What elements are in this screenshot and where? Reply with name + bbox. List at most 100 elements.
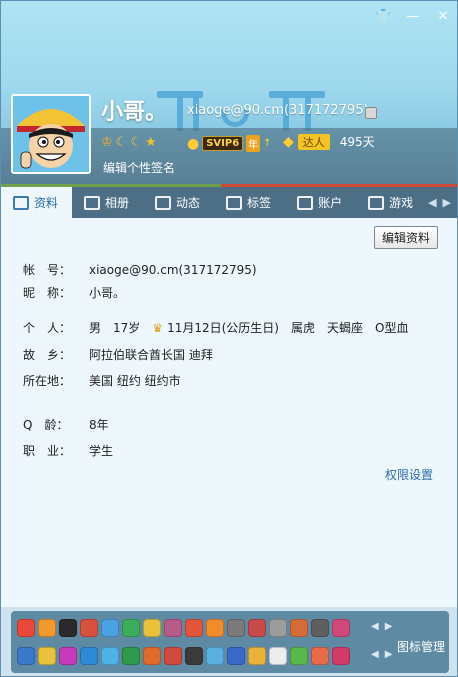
tab-tags[interactable]: 标签	[214, 187, 285, 218]
app-icon[interactable]	[332, 647, 350, 665]
field-label: 所在地：	[23, 374, 72, 388]
hometown-row: 故 乡： 阿拉伯联合酋长国 迪拜	[23, 346, 213, 363]
edit-remark-icon[interactable]	[365, 107, 377, 119]
icon-scroll: ◀ ▶	[371, 649, 392, 660]
app-icon[interactable]	[311, 619, 329, 637]
avatar-image	[13, 96, 89, 172]
field-value: 阿拉伯联合酋长国 迪拜	[89, 348, 213, 362]
app-icon[interactable]	[38, 647, 56, 665]
app-icon[interactable]	[38, 619, 56, 637]
location-row: 所在地： 美国 纽约 纽约市	[23, 372, 181, 389]
field-label: 昵 称：	[23, 286, 72, 300]
app-icon[interactable]	[164, 647, 182, 665]
app-icon[interactable]	[17, 647, 35, 665]
app-icon[interactable]	[101, 647, 119, 665]
scroll-right-icon[interactable]: ▶	[443, 196, 451, 209]
app-icon[interactable]	[59, 647, 77, 665]
app-icon[interactable]	[227, 647, 245, 665]
moon-level-icon: ☾	[115, 135, 128, 150]
window-controls: 👕 — ✕	[375, 9, 451, 24]
upgrade-arrow-icon: ↑	[263, 138, 272, 149]
app-icon[interactable]	[248, 647, 266, 665]
zodiac: 天蝎座	[326, 321, 363, 335]
profile-content: 编辑资料 帐 号： xiaoge@90.cm(317172795) 昵 称： 小…	[1, 218, 457, 607]
app-icon[interactable]	[269, 619, 287, 637]
app-icon[interactable]	[248, 619, 266, 637]
prev-icon[interactable]: ◀	[371, 621, 379, 632]
account-row: 帐 号： xiaoge@90.cm(317172795)	[23, 261, 257, 278]
level-icons[interactable]: ♔ ☾ ☾ ★	[101, 135, 157, 150]
edit-profile-button[interactable]: 编辑资料	[374, 226, 438, 249]
field-value: 美国 纽约 纽约市	[89, 374, 181, 388]
app-icon[interactable]	[206, 647, 224, 665]
app-icon[interactable]	[59, 619, 77, 637]
tab-games[interactable]: 游戏	[356, 187, 427, 218]
tab-label: 标签	[247, 196, 272, 210]
svip-penguin-icon: ●	[187, 135, 200, 152]
next-icon[interactable]: ▶	[385, 621, 393, 632]
tab-profile[interactable]: 资料	[1, 187, 73, 218]
tab-label: 账户	[318, 196, 343, 210]
app-icon[interactable]	[143, 647, 161, 665]
close-button[interactable]: ✕	[435, 9, 451, 24]
icon-row	[17, 619, 350, 637]
blood-type: O型血	[375, 321, 409, 335]
game-icon	[368, 195, 385, 210]
app-icon[interactable]	[227, 619, 245, 637]
icon-manage-button[interactable]: 图标管理	[397, 638, 445, 655]
field-label: 故 乡：	[23, 348, 72, 362]
app-icon[interactable]	[185, 647, 203, 665]
tab-feed[interactable]: 动态	[143, 187, 214, 218]
profile-nickname: 小哥。	[101, 100, 168, 125]
tab-scroll: ◀ ▶	[428, 196, 457, 209]
avatar[interactable]	[11, 94, 91, 174]
signature-edit[interactable]: 编辑个性签名	[103, 159, 175, 176]
app-icon[interactable]	[101, 619, 119, 637]
prev-icon[interactable]: ◀	[371, 649, 379, 660]
app-icon[interactable]	[332, 619, 350, 637]
app-icon[interactable]	[185, 619, 203, 637]
tab-label: 资料	[34, 196, 59, 210]
field-value: 学生	[89, 444, 114, 458]
job-row: 职 业： 学生	[23, 442, 113, 459]
app-icon[interactable]	[290, 619, 308, 637]
app-icon[interactable]	[17, 619, 35, 637]
app-icon[interactable]	[122, 647, 140, 665]
daren-tag: 达人	[297, 133, 330, 150]
album-icon	[84, 195, 101, 210]
minimize-button[interactable]: —	[405, 9, 421, 24]
svip-badge[interactable]: ● SVIP6 年 ↑	[187, 135, 272, 152]
birthday: 11月12日(公历生日)	[167, 321, 279, 335]
app-icon[interactable]	[269, 647, 287, 665]
field-label: 帐 号：	[23, 263, 72, 277]
permission-settings-link[interactable]: 权限设置	[385, 466, 433, 483]
tab-label: 动态	[176, 196, 201, 210]
app-icon[interactable]	[311, 647, 329, 665]
app-icon[interactable]	[80, 647, 98, 665]
profile-account: xiaoge@90.cm(317172795)	[187, 103, 369, 118]
tab-album[interactable]: 相册	[72, 187, 143, 218]
app-icon[interactable]	[143, 619, 161, 637]
age: 17岁	[113, 321, 141, 335]
field-value: 小哥。	[89, 286, 126, 300]
app-icon[interactable]	[80, 619, 98, 637]
field-label: 职 业：	[23, 444, 72, 458]
daren-badge[interactable]: ◆ 达人 495天	[283, 133, 375, 150]
tab-label: 游戏	[389, 196, 414, 210]
svip-year: 年	[246, 135, 261, 152]
profile-window: 👕 — ✕ 小哥。 xiaoge@90.cm(317172795) ♔ ☾ ☾ …	[0, 0, 458, 677]
app-icon[interactable]	[164, 619, 182, 637]
app-icon[interactable]	[206, 619, 224, 637]
next-icon[interactable]: ▶	[385, 649, 393, 660]
list-icon	[155, 195, 172, 210]
personal-row: 个 人： 男 17岁 ♛ 11月12日(公历生日) 属虎 天蝎座 O型血	[23, 319, 408, 336]
scroll-left-icon[interactable]: ◀	[428, 196, 436, 209]
birthday-crown-icon: ♛	[152, 320, 164, 335]
gender: 男	[89, 321, 102, 335]
skin-icon[interactable]: 👕	[375, 9, 391, 24]
tab-account[interactable]: 账户	[285, 187, 356, 218]
nickname-row: 昵 称： 小哥。	[23, 284, 125, 301]
app-icon[interactable]	[290, 647, 308, 665]
app-icon[interactable]	[122, 619, 140, 637]
field-value: 8年	[89, 418, 109, 432]
